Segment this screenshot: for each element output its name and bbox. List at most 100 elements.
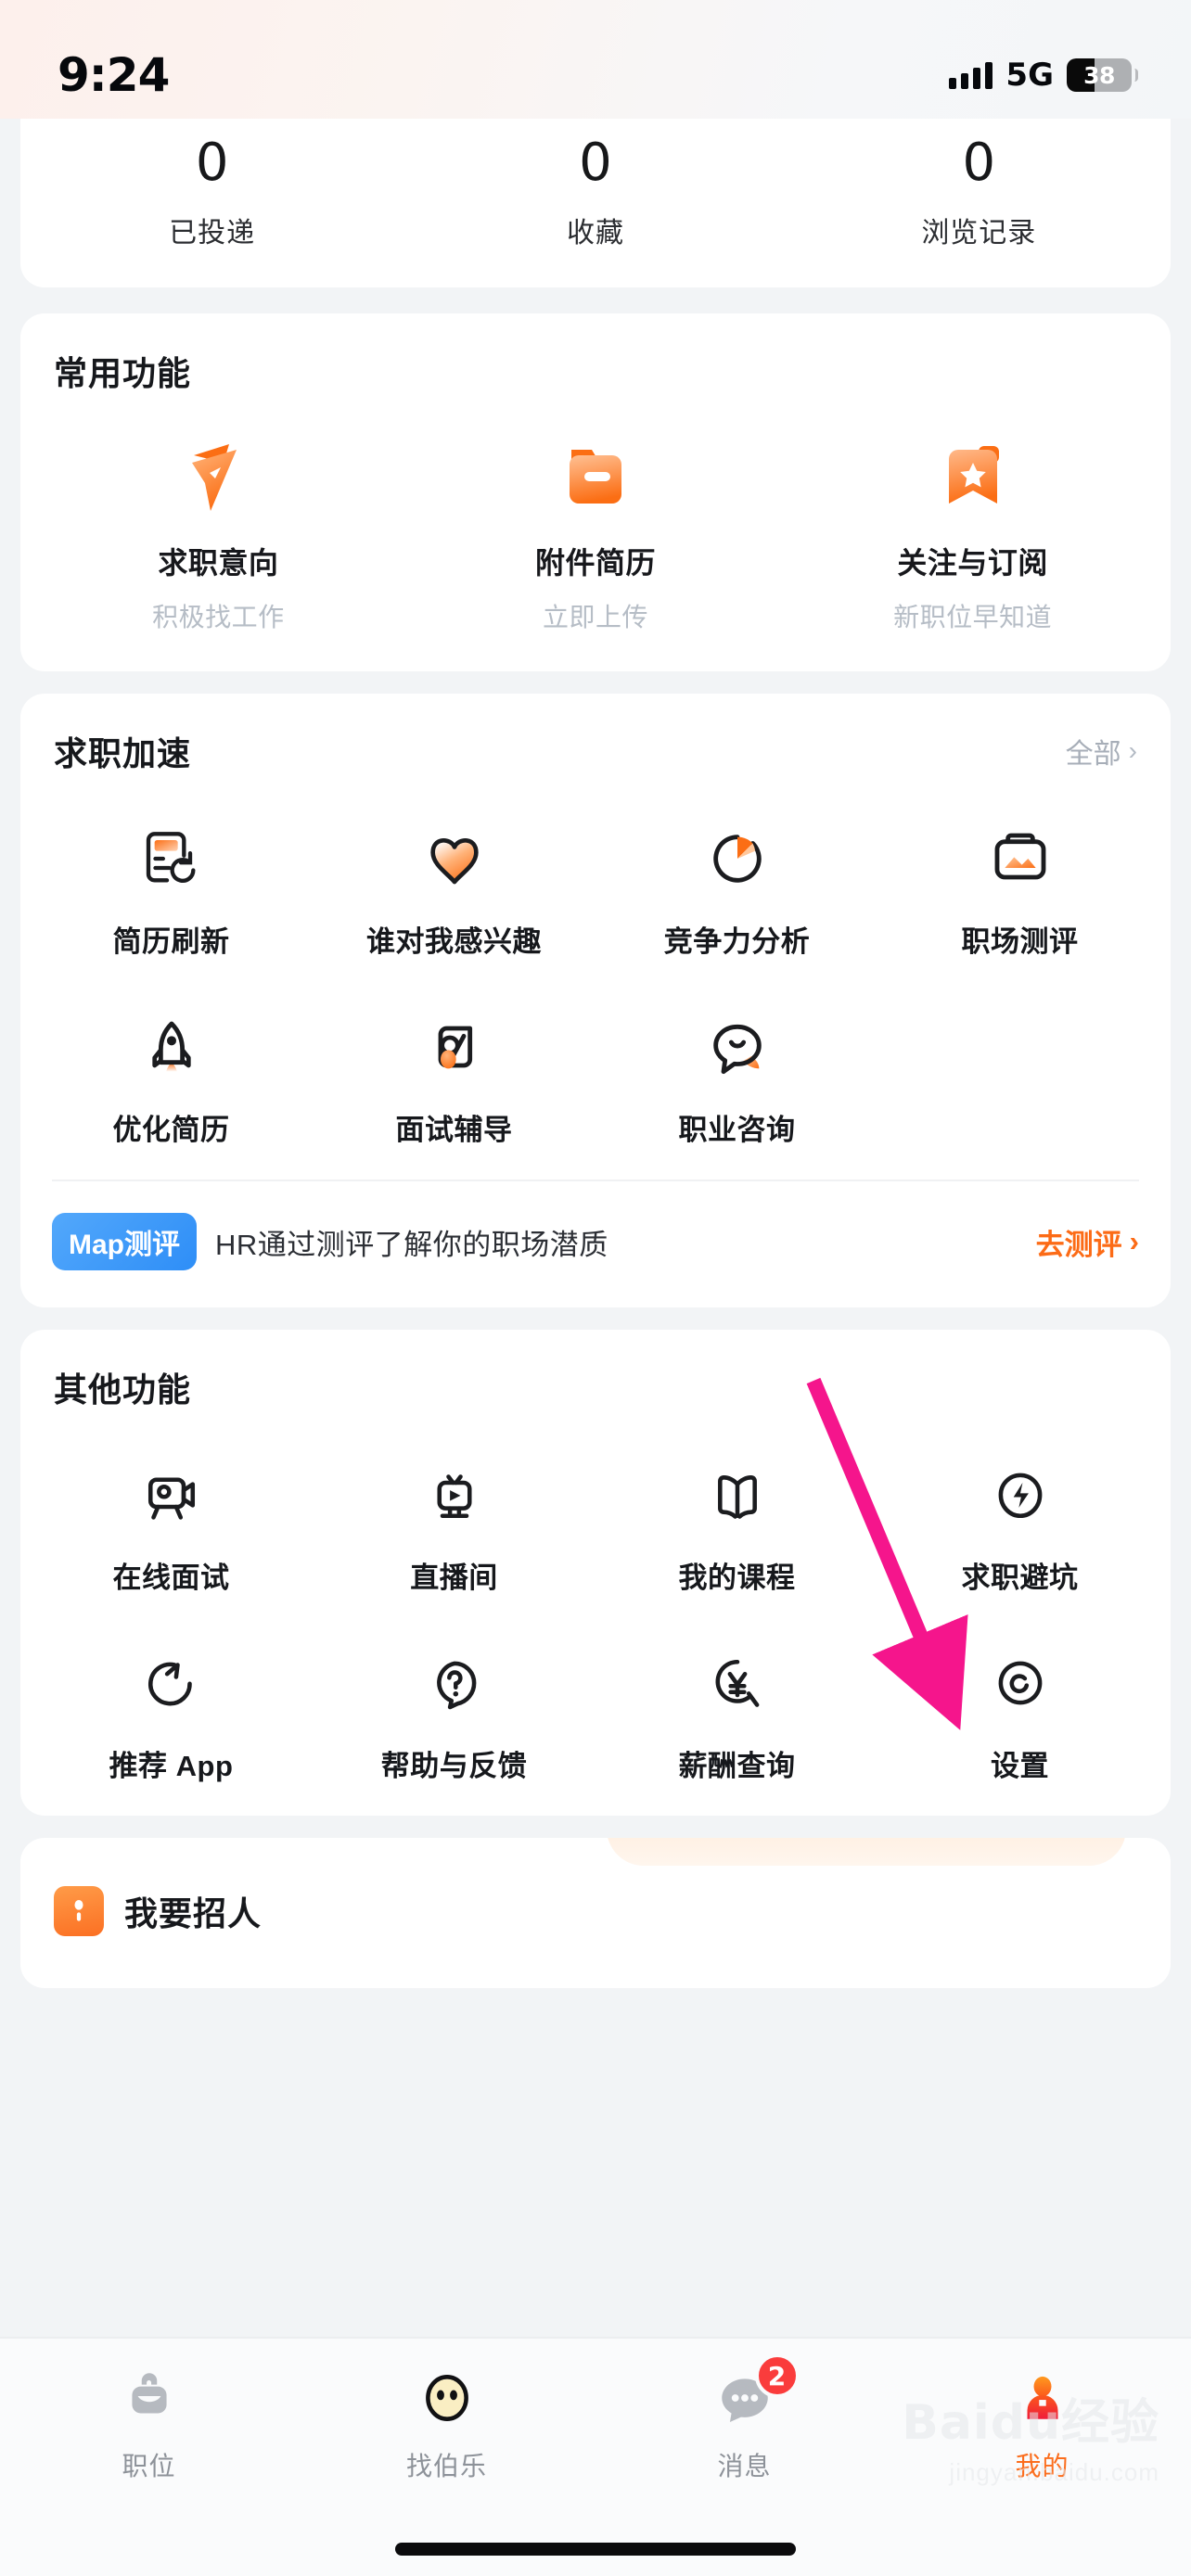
live-stream-icon — [418, 1452, 491, 1537]
job-boost-label: 简历刷新 — [112, 925, 230, 958]
message-badge: 2 — [754, 2353, 800, 2398]
bookmark-star-icon — [928, 425, 1018, 527]
network-type-label: 5G — [1005, 57, 1054, 94]
watermark-url: jingyan.baidu.com — [949, 2458, 1159, 2486]
common-function-subtitle: 新职位早知道 — [893, 603, 1053, 631]
common-function-label: 求职意向 — [158, 546, 279, 580]
clipboard-icon — [983, 816, 1057, 901]
section-title: 其他功能 — [54, 1371, 192, 1409]
chevron-right-icon: › — [1129, 1225, 1139, 1257]
other-function-label: 求职避坑 — [961, 1562, 1079, 1594]
common-function-label: 附件简历 — [535, 546, 657, 580]
watermark-brand: Baidu经验 — [902, 2395, 1159, 2451]
recruiter-entry-label: 我要招人 — [124, 1894, 263, 1932]
status-bar-indicators: 5G 38 — [949, 57, 1138, 94]
stat-label: 收藏 — [566, 218, 624, 249]
recruiter-entry-bar[interactable]: 我要招人 — [20, 1838, 1171, 1988]
see-all-label: 全部 — [1065, 739, 1121, 770]
common-function-subtitle: 立即上传 — [543, 603, 649, 631]
job-boost-item-workplace-assessment[interactable]: 职场测评 — [878, 796, 1161, 984]
folder-icon — [551, 425, 640, 527]
tab-label: 消息 — [717, 2452, 772, 2480]
signal-bars-icon — [949, 61, 993, 89]
stats-row: 0 已投递 0 收藏 0 浏览记录 — [20, 119, 1171, 250]
other-function-online-interview[interactable]: 在线面试 — [30, 1432, 313, 1620]
yen-search-icon — [701, 1640, 774, 1726]
stat-label: 浏览记录 — [921, 218, 1037, 249]
job-boost-item-empty — [878, 984, 1161, 1172]
map-cta-label: 去测评 — [1035, 1228, 1122, 1261]
battery-percent-label: 38 — [1083, 61, 1115, 89]
tab-messages[interactable]: 2 消息 — [596, 2353, 893, 2483]
stat-label: 已投递 — [169, 218, 256, 249]
job-boost-label: 职业咨询 — [678, 1114, 796, 1146]
question-mark-icon — [418, 1640, 491, 1726]
other-function-label: 帮助与反馈 — [380, 1750, 528, 1782]
stat-value: 0 — [195, 133, 229, 193]
other-function-settings[interactable]: 设置 — [878, 1620, 1161, 1808]
other-function-salary-query[interactable]: 薪酬查询 — [596, 1620, 878, 1808]
job-boost-header: 求职加速 全部 › — [20, 694, 1171, 781]
briefcase-icon — [119, 2363, 180, 2433]
map-assessment-text: HR通过测评了解你的职场潜质 — [215, 1228, 608, 1261]
job-boost-item-who-viewed-me[interactable]: 谁对我感兴趣 — [313, 796, 596, 984]
shield-bolt-icon — [984, 1452, 1057, 1537]
tab-label: 职位 — [122, 2452, 176, 2480]
job-boost-label: 职场测评 — [961, 925, 1079, 958]
chevron-right-icon: › — [1128, 736, 1137, 765]
battery-icon: 38 — [1067, 57, 1138, 93]
other-function-recommend-app[interactable]: 推荐 App — [30, 1620, 313, 1808]
common-function-label: 关注与订阅 — [897, 546, 1048, 580]
tab-jobs[interactable]: 职位 — [0, 2363, 298, 2483]
other-functions-header: 其他功能 — [20, 1330, 1171, 1417]
other-function-label: 设置 — [991, 1750, 1049, 1782]
job-boost-item-interview-coaching[interactable]: 面试辅导 — [313, 984, 596, 1172]
section-title: 常用功能 — [54, 354, 192, 392]
stat-item-favorites[interactable]: 0 收藏 — [403, 119, 787, 250]
job-boost-item-career-consulting[interactable]: 职业咨询 — [596, 984, 878, 1172]
other-functions-grid: 在线面试 直播间 我的课程 求职避坑 推荐 App 帮助与反馈 薪酬查询 设置 — [20, 1417, 1171, 1816]
other-function-job-pitfalls[interactable]: 求职避坑 — [878, 1432, 1161, 1620]
map-assessment-cta[interactable]: 去测评 › — [1036, 1221, 1139, 1263]
map-assessment-banner[interactable]: Map测评 HR通过测评了解你的职场潜质 去测评 › — [20, 1181, 1171, 1307]
other-function-label: 在线面试 — [112, 1562, 230, 1594]
tab-label: 找伯乐 — [405, 2452, 487, 2480]
other-function-live-room[interactable]: 直播间 — [313, 1432, 596, 1620]
job-boost-item-resume-refresh[interactable]: 简历刷新 — [30, 796, 313, 984]
job-boost-label: 优化简历 — [112, 1114, 230, 1146]
common-function-subtitle: 积极找工作 — [152, 603, 285, 631]
other-function-my-courses[interactable]: 我的课程 — [596, 1432, 878, 1620]
job-boost-see-all-link[interactable]: 全部 › — [1066, 731, 1137, 772]
paper-plane-icon — [173, 425, 263, 527]
stat-value: 0 — [579, 133, 612, 193]
video-camera-icon — [135, 1452, 208, 1537]
other-function-help-feedback[interactable]: 帮助与反馈 — [313, 1620, 596, 1808]
page-scroll-area[interactable]: 0 已投递 0 收藏 0 浏览记录 常用功能 求职意向 积极找工作 附件简历 立… — [0, 119, 1191, 2576]
status-bar: 9:24 5G 38 — [0, 0, 1191, 119]
chat-bubble-icon: 2 — [714, 2353, 800, 2433]
common-function-follow-subscribe[interactable]: 关注与订阅 新职位早知道 — [784, 425, 1161, 634]
smiley-face-icon — [416, 2363, 478, 2433]
pie-chart-icon — [700, 816, 775, 901]
home-indicator — [395, 2543, 796, 2556]
mobile-chat-icon — [417, 1004, 492, 1090]
other-functions-card: 其他功能 在线面试 直播间 我的课程 求职避坑 推荐 App 帮助与反馈 薪酬查… — [20, 1330, 1171, 1816]
stat-value: 0 — [962, 133, 996, 193]
other-function-label: 薪酬查询 — [678, 1750, 796, 1782]
common-function-attached-resume[interactable]: 附件简历 立即上传 — [407, 425, 785, 634]
job-boost-item-competitiveness[interactable]: 竞争力分析 — [596, 796, 878, 984]
watermark: Baidu经验 jingyan.baidu.com — [902, 2383, 1159, 2487]
rocket-icon — [134, 1004, 209, 1090]
job-boost-label: 面试辅导 — [395, 1114, 513, 1146]
job-boost-grid: 简历刷新 谁对我感兴趣 竞争力分析 职场测评 优化简历 面试辅导 职业咨询 — [20, 781, 1171, 1180]
resume-refresh-icon — [134, 816, 209, 901]
tab-find-mentor[interactable]: 找伯乐 — [298, 2363, 596, 2483]
stats-card: 0 已投递 0 收藏 0 浏览记录 — [20, 119, 1171, 287]
job-boost-item-optimize-resume[interactable]: 优化简历 — [30, 984, 313, 1172]
common-function-job-intention[interactable]: 求职意向 积极找工作 — [30, 425, 407, 634]
common-functions-grid: 求职意向 积极找工作 附件简历 立即上传 关注与订阅 新职位早知道 — [20, 401, 1171, 671]
stat-item-history[interactable]: 0 浏览记录 — [788, 119, 1171, 250]
job-boost-label: 谁对我感兴趣 — [366, 925, 542, 958]
stat-item-applied[interactable]: 0 已投递 — [20, 119, 403, 250]
share-arrow-icon — [135, 1640, 208, 1726]
